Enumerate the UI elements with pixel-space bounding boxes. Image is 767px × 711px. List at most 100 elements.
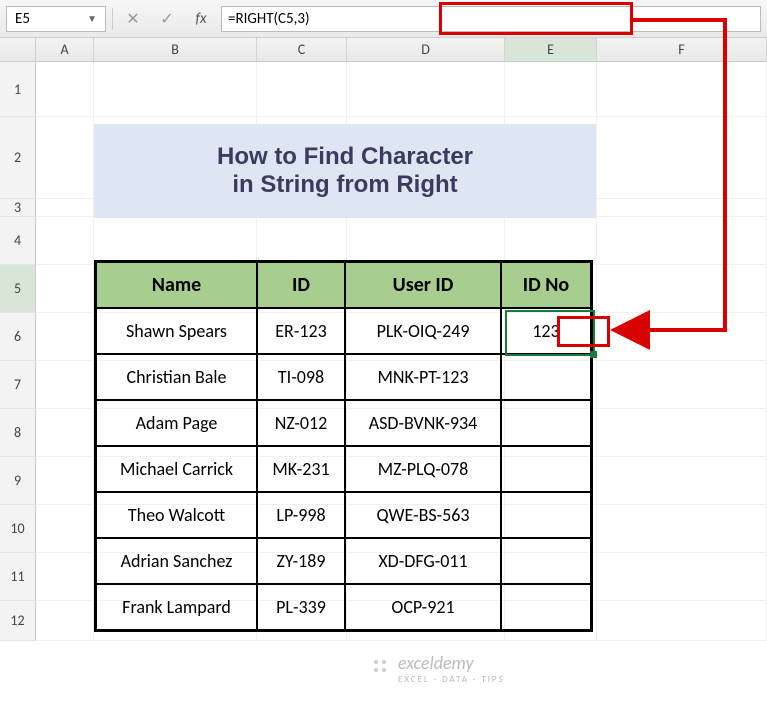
chevron-down-icon[interactable]: ▼ [87, 12, 97, 25]
row-header-3[interactable]: 3 [0, 199, 36, 217]
col-header-E[interactable]: E [505, 38, 597, 61]
cell[interactable] [597, 62, 767, 117]
title-banner: How to Find Character in String from Rig… [94, 124, 596, 218]
cell-idno[interactable]: 123 [501, 308, 591, 354]
row-header-9[interactable]: 9 [0, 457, 36, 505]
cell-id[interactable]: LP-998 [257, 492, 345, 538]
cell[interactable] [36, 553, 94, 601]
table-row: Frank LampardPL-339OCP-921 [96, 584, 591, 630]
row-header-2[interactable]: 2 [0, 117, 36, 199]
cell[interactable] [597, 265, 767, 313]
row-header-10[interactable]: 10 [0, 505, 36, 553]
worksheet-grid[interactable]: 1 2 3 4 5 6 7 8 9 10 11 12 How to Find C… [0, 62, 767, 641]
row-header-11[interactable]: 11 [0, 553, 36, 601]
row-header-6[interactable]: 6 [0, 313, 36, 361]
cell[interactable] [36, 457, 94, 505]
title-line1: How to Find Character [217, 143, 473, 171]
cell[interactable] [597, 553, 767, 601]
cell[interactable] [94, 217, 257, 265]
header-name[interactable]: Name [96, 262, 257, 308]
cell[interactable] [36, 361, 94, 409]
table-row: Adam PageNZ-012ASD-BVNK-934 [96, 400, 591, 446]
enter-icon[interactable]: ✓ [153, 8, 181, 30]
row-header-8[interactable]: 8 [0, 409, 36, 457]
data-table: Name ID User ID ID No Shawn SpearsER-123… [94, 260, 593, 632]
formula-toolbar: E5 ▼ ✕ ✓ fx [0, 0, 767, 38]
cell[interactable] [36, 117, 94, 199]
cell[interactable] [347, 217, 505, 265]
cell[interactable] [597, 457, 767, 505]
watermark-brand: exceldemy [398, 652, 505, 674]
title-line2: in String from Right [232, 171, 457, 199]
cell[interactable] [597, 505, 767, 553]
cancel-icon[interactable]: ✕ [119, 8, 147, 30]
cell[interactable] [597, 361, 767, 409]
header-userid[interactable]: User ID [345, 262, 501, 308]
cell-name[interactable]: Adam Page [96, 400, 257, 446]
cell-idno[interactable] [501, 492, 591, 538]
row-header-4[interactable]: 4 [0, 217, 36, 265]
cell-idno[interactable] [501, 354, 591, 400]
cell-userid[interactable]: XD-DFG-011 [345, 538, 501, 584]
col-header-C[interactable]: C [257, 38, 347, 61]
cell-id[interactable]: PL-339 [257, 584, 345, 630]
cell[interactable] [36, 62, 94, 117]
cell[interactable] [505, 62, 597, 117]
cell[interactable] [597, 199, 767, 217]
cell[interactable] [36, 505, 94, 553]
cell-idno[interactable] [501, 400, 591, 446]
header-idno[interactable]: ID No [501, 262, 591, 308]
cell[interactable] [597, 117, 767, 199]
cell-userid[interactable]: OCP-921 [345, 584, 501, 630]
fx-icon[interactable]: fx [187, 8, 215, 30]
name-box[interactable]: E5 ▼ [6, 6, 106, 32]
cell[interactable] [257, 217, 347, 265]
cell-id[interactable]: ZY-189 [257, 538, 345, 584]
cell-name[interactable]: Shawn Spears [96, 308, 257, 354]
cell-name[interactable]: Frank Lampard [96, 584, 257, 630]
cell-id[interactable]: TI-098 [257, 354, 345, 400]
table-row: Michael CarrickMK-231MZ-PLQ-078 [96, 446, 591, 492]
cell[interactable] [597, 217, 767, 265]
row-header-5[interactable]: 5 [0, 265, 36, 313]
cell[interactable] [597, 313, 767, 361]
select-all-corner[interactable] [0, 38, 36, 61]
cell[interactable] [36, 313, 94, 361]
cell-idno[interactable] [501, 538, 591, 584]
row-header-1[interactable]: 1 [0, 62, 36, 117]
cell-userid[interactable]: PLK-OIQ-249 [345, 308, 501, 354]
row-header-7[interactable]: 7 [0, 361, 36, 409]
cell[interactable] [36, 601, 94, 641]
cell[interactable] [257, 62, 347, 117]
formula-input[interactable] [228, 10, 754, 28]
cell[interactable] [597, 409, 767, 457]
cell-name[interactable]: Theo Walcott [96, 492, 257, 538]
cell-userid[interactable]: MZ-PLQ-078 [345, 446, 501, 492]
cell-idno[interactable] [501, 446, 591, 492]
cell-name[interactable]: Christian Bale [96, 354, 257, 400]
row-header-12[interactable]: 12 [0, 601, 36, 641]
cell-userid[interactable]: QWE-BS-563 [345, 492, 501, 538]
header-id[interactable]: ID [257, 262, 345, 308]
cell-name[interactable]: Adrian Sanchez [96, 538, 257, 584]
cell[interactable] [597, 601, 767, 641]
cell-name[interactable]: Michael Carrick [96, 446, 257, 492]
cell[interactable] [94, 62, 257, 117]
col-header-A[interactable]: A [36, 38, 94, 61]
cell-userid[interactable]: MNK-PT-123 [345, 354, 501, 400]
col-header-F[interactable]: F [597, 38, 767, 61]
col-header-B[interactable]: B [94, 38, 257, 61]
cell[interactable] [36, 199, 94, 217]
cell-idno[interactable] [501, 584, 591, 630]
cell[interactable] [36, 217, 94, 265]
cell-id[interactable]: NZ-012 [257, 400, 345, 446]
cell[interactable] [36, 265, 94, 313]
cell[interactable] [505, 217, 597, 265]
cell-id[interactable]: MK-231 [257, 446, 345, 492]
formula-bar[interactable] [221, 6, 761, 32]
cell[interactable] [347, 62, 505, 117]
cell-id[interactable]: ER-123 [257, 308, 345, 354]
cell[interactable] [36, 409, 94, 457]
col-header-D[interactable]: D [347, 38, 505, 61]
cell-userid[interactable]: ASD-BVNK-934 [345, 400, 501, 446]
